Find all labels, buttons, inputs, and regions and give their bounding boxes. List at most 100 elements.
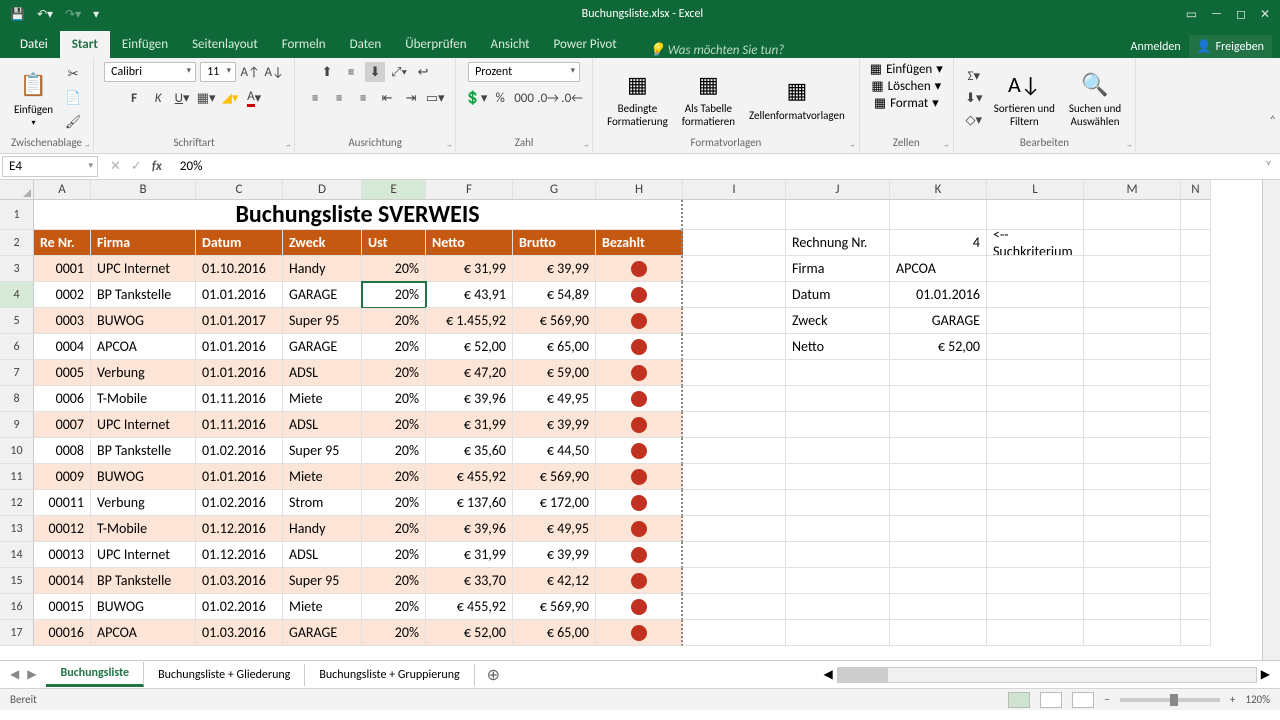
row-header-6[interactable]: 6 bbox=[0, 334, 34, 360]
cell-E12[interactable]: 20% bbox=[362, 490, 426, 516]
cell-K11[interactable] bbox=[890, 464, 987, 490]
cell-D14[interactable]: ADSL bbox=[283, 542, 362, 568]
cell-L9[interactable] bbox=[987, 412, 1084, 438]
table-header-C[interactable]: Datum bbox=[196, 230, 283, 256]
col-header-J[interactable]: J bbox=[786, 180, 890, 200]
find-select-button[interactable]: 🔍Suchen und Auswählen bbox=[1065, 66, 1125, 130]
hscroll-right-icon[interactable]: ▶ bbox=[1261, 667, 1270, 682]
formula-input[interactable]: 20% bbox=[172, 157, 1257, 176]
currency-icon[interactable]: 💲▾ bbox=[466, 88, 486, 108]
cell-E16[interactable]: 20% bbox=[362, 594, 426, 620]
cell-C6[interactable]: 01.01.2016 bbox=[196, 334, 283, 360]
name-box[interactable]: E4 bbox=[2, 156, 98, 177]
cell-A15[interactable]: 00014 bbox=[34, 568, 91, 594]
cell-A10[interactable]: 0008 bbox=[34, 438, 91, 464]
cell-B5[interactable]: BUWOG bbox=[91, 308, 196, 334]
cell-D8[interactable]: Miete bbox=[283, 386, 362, 412]
cell-B14[interactable]: UPC Internet bbox=[91, 542, 196, 568]
cell-M6[interactable] bbox=[1084, 334, 1181, 360]
save-icon[interactable]: 💾 bbox=[10, 7, 25, 22]
view-normal-icon[interactable] bbox=[1008, 692, 1030, 708]
row-header-15[interactable]: 15 bbox=[0, 568, 34, 594]
cell-J13[interactable] bbox=[786, 516, 890, 542]
cell-D3[interactable]: Handy bbox=[283, 256, 362, 282]
view-pagelayout-icon[interactable] bbox=[1040, 692, 1062, 708]
cell-K10[interactable] bbox=[890, 438, 987, 464]
cell-E14[interactable]: 20% bbox=[362, 542, 426, 568]
hscrollbar[interactable] bbox=[837, 667, 1257, 683]
lookup-label-5[interactable]: Zweck bbox=[786, 308, 890, 334]
cell-E6[interactable]: 20% bbox=[362, 334, 426, 360]
cell-K17[interactable] bbox=[890, 620, 987, 646]
cell-C4[interactable]: 01.01.2016 bbox=[196, 282, 283, 308]
cell-G12[interactable]: € 172,00 bbox=[513, 490, 596, 516]
autosum-icon[interactable]: Σ▾ bbox=[964, 66, 984, 86]
col-header-A[interactable]: A bbox=[34, 180, 91, 200]
percent-icon[interactable]: % bbox=[490, 88, 510, 108]
row-header-3[interactable]: 3 bbox=[0, 256, 34, 282]
cell-L5[interactable] bbox=[987, 308, 1084, 334]
cell-M11[interactable] bbox=[1084, 464, 1181, 490]
tab-view[interactable]: Ansicht bbox=[479, 31, 542, 58]
cell-A9[interactable]: 0007 bbox=[34, 412, 91, 438]
tab-layout[interactable]: Seitenlayout bbox=[180, 31, 270, 58]
cell-B13[interactable]: T-Mobile bbox=[91, 516, 196, 542]
cell-C5[interactable]: 01.01.2017 bbox=[196, 308, 283, 334]
cell-J16[interactable] bbox=[786, 594, 890, 620]
sheet-tab-2[interactable]: Buchungsliste + Gruppierung bbox=[305, 664, 474, 686]
cell-E13[interactable]: 20% bbox=[362, 516, 426, 542]
col-header-B[interactable]: B bbox=[91, 180, 196, 200]
cell-K1[interactable] bbox=[890, 200, 987, 230]
cell-D6[interactable]: GARAGE bbox=[283, 334, 362, 360]
cell-I6[interactable] bbox=[683, 334, 786, 360]
cell-I11[interactable] bbox=[683, 464, 786, 490]
lookup-hint[interactable]: <-- Suchkriterium bbox=[987, 230, 1084, 256]
cell-F11[interactable]: € 455,92 bbox=[426, 464, 513, 490]
cell-C8[interactable]: 01.11.2016 bbox=[196, 386, 283, 412]
hscroll-left-icon[interactable]: ◀ bbox=[824, 667, 833, 682]
redo-icon[interactable]: ↷▾ bbox=[65, 7, 81, 22]
zoom-level[interactable]: 120% bbox=[1245, 693, 1270, 706]
cell-N14[interactable] bbox=[1181, 542, 1211, 568]
cell-B3[interactable]: UPC Internet bbox=[91, 256, 196, 282]
cell-H14[interactable] bbox=[596, 542, 683, 568]
lookup-value-4[interactable]: 01.01.2016 bbox=[890, 282, 987, 308]
collapse-ribbon-icon[interactable]: ˄ bbox=[1270, 114, 1276, 128]
lookup-value-3[interactable]: APCOA bbox=[890, 256, 987, 282]
cell-I5[interactable] bbox=[683, 308, 786, 334]
cell-I4[interactable] bbox=[683, 282, 786, 308]
lookup-value-renr[interactable]: 4 bbox=[890, 230, 987, 256]
row-header-4[interactable]: 4 bbox=[0, 282, 34, 308]
sheet-prev-icon[interactable]: ◀ bbox=[10, 667, 19, 682]
view-pagebreak-icon[interactable] bbox=[1072, 692, 1094, 708]
conditional-format-button[interactable]: ▦Bedingte Formatierung bbox=[603, 66, 672, 130]
cell-F6[interactable]: € 52,00 bbox=[426, 334, 513, 360]
cell-K8[interactable] bbox=[890, 386, 987, 412]
table-header-H[interactable]: Bezahlt bbox=[596, 230, 683, 256]
col-header-I[interactable]: I bbox=[683, 180, 786, 200]
cell-E5[interactable]: 20% bbox=[362, 308, 426, 334]
cell-F3[interactable]: € 31,99 bbox=[426, 256, 513, 282]
format-table-button[interactable]: ▦Als Tabelle formatieren bbox=[678, 66, 739, 130]
cell-F5[interactable]: € 1.455,92 bbox=[426, 308, 513, 334]
cell-H13[interactable] bbox=[596, 516, 683, 542]
cell-N12[interactable] bbox=[1181, 490, 1211, 516]
align-left-icon[interactable]: ≡ bbox=[305, 88, 325, 108]
tab-start[interactable]: Start bbox=[60, 31, 110, 58]
cell-I15[interactable] bbox=[683, 568, 786, 594]
cell-N13[interactable] bbox=[1181, 516, 1211, 542]
cell-M3[interactable] bbox=[1084, 256, 1181, 282]
row-header-17[interactable]: 17 bbox=[0, 620, 34, 646]
cell-A13[interactable]: 00012 bbox=[34, 516, 91, 542]
cell-D12[interactable]: Strom bbox=[283, 490, 362, 516]
minimize-icon[interactable]: — bbox=[1211, 7, 1222, 22]
cell-N7[interactable] bbox=[1181, 360, 1211, 386]
align-middle-icon[interactable]: ≡ bbox=[341, 62, 361, 82]
cell-A7[interactable]: 0005 bbox=[34, 360, 91, 386]
share-button[interactable]: 👤 Freigeben bbox=[1189, 35, 1272, 58]
cell-L12[interactable] bbox=[987, 490, 1084, 516]
font-name-select[interactable]: Calibri bbox=[104, 62, 196, 82]
grow-font-icon[interactable]: A↑ bbox=[240, 62, 260, 82]
cell-C14[interactable]: 01.12.2016 bbox=[196, 542, 283, 568]
cell-H4[interactable] bbox=[596, 282, 683, 308]
